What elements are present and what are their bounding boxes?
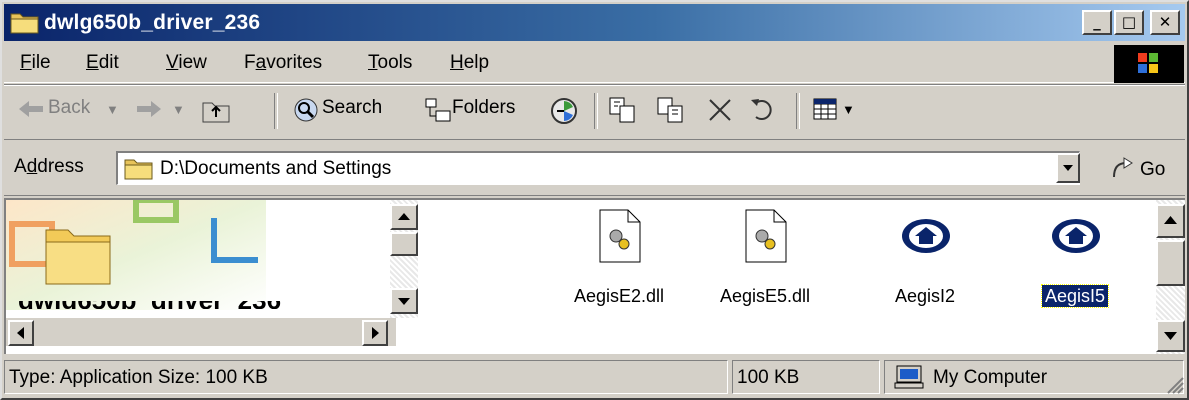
go-button[interactable]: Go [1104,151,1179,185]
status-size: 100 KB [732,360,880,394]
file-list-pane: AegisE2.dll AegisE5.dll AegisI2 AegisI5 [420,200,1156,354]
address-label: Address [14,156,84,178]
menu-file[interactable]: File [20,52,51,74]
menu-view-text-b: iew [178,52,207,73]
dll-file-icon [744,208,788,270]
views-dropdown-icon[interactable]: ▼ [842,102,855,117]
menu-tools[interactable]: Tools [368,52,412,74]
menu-edit[interactable]: Edit [86,52,119,74]
scroll-left-button[interactable] [8,320,34,346]
folders-icon [424,97,452,129]
file-item-aegise2[interactable]: AegisE2.dll [544,206,694,306]
scroll-thumb[interactable] [390,232,418,256]
scroll-down-button[interactable] [1156,320,1185,352]
explorer-window: dwlg650b_driver_236 _ □ ✕ File Edit View… [0,0,1189,400]
folder-icon [124,156,154,186]
address-label-a: A [14,156,27,177]
go-label: Go [1140,159,1166,180]
history-icon[interactable] [548,95,580,133]
scroll-up-button[interactable] [390,204,418,230]
toolbar-separator [796,93,800,129]
windows-logo-icon [1114,45,1184,83]
maximize-button[interactable]: □ [1114,10,1144,35]
forward-dropdown-icon[interactable]: ▼ [172,102,185,117]
file-name: AegisE2.dll [544,286,694,307]
file-name: AegisI5 [1000,284,1150,308]
menu-view[interactable]: View [166,52,207,74]
menu-tools-accel: T [368,52,378,73]
file-name-text: AegisI2 [894,286,956,306]
minimize-button[interactable]: _ [1082,10,1112,35]
back-button[interactable]: Back [48,97,90,119]
toolbar-separator [274,93,278,129]
dll-file-icon [598,208,642,270]
folders-button[interactable]: Folders [452,97,515,119]
title-bar[interactable]: dwlg650b_driver_236 _ □ ✕ [4,4,1185,41]
scroll-up-button[interactable] [1156,204,1185,238]
left-pane-hscroll[interactable] [6,318,396,346]
file-name-text: AegisE5.dll [719,286,811,306]
menu-help-text-b: elp [463,52,490,73]
menu-bar: File Edit View Favorites Tools Help [4,45,1185,83]
forward-arrow-icon[interactable] [136,100,162,124]
aegis-app-icon [900,216,952,262]
menu-file-text-b: ile [31,52,51,73]
search-icon [292,96,320,130]
web-view-title-clipped: dwlg650b_driver_236 [18,301,398,309]
address-dropdown-button[interactable] [1056,153,1080,183]
file-name: AegisI2 [850,286,1000,307]
resize-grip-icon[interactable] [1164,374,1184,400]
address-label-accel: d [26,156,38,177]
scroll-down-button[interactable] [390,288,418,314]
menu-favorites-text-b: vorites [266,52,323,73]
menu-tools-text-b: ools [377,52,413,73]
menu-favorites-accel: a [255,52,267,73]
back-arrow-icon [18,100,44,124]
status-bar: Type: Application Size: 100 KB 100 KB My… [4,358,1185,398]
file-name-text-selected: AegisI5 [1040,284,1110,308]
window-title: dwlg650b_driver_236 [44,11,261,34]
menu-favorites-text-a: F [244,52,256,73]
up-folder-icon[interactable] [200,95,232,131]
file-name-text: AegisE2.dll [573,286,665,306]
scroll-right-button[interactable] [362,320,388,346]
file-item-aegisi5[interactable]: AegisI5 [1000,206,1150,308]
copy-to-icon[interactable] [656,96,686,130]
address-label-b: dress [37,156,84,177]
address-bar: Address D:\Documents and Settings Go [4,141,1185,196]
views-icon[interactable] [812,97,840,129]
file-item-aegisi2[interactable]: AegisI2 [850,206,1000,306]
web-view-pane: dwlg650b_driver_236 [6,200,420,354]
web-view-title: dwlg650b_driver_236 [18,301,281,309]
status-zone: My Computer [884,360,1184,394]
delete-icon[interactable] [706,97,734,129]
standard-toolbar: Back ▼ ▼ Search Folders ▼ [4,84,1185,140]
address-field[interactable]: D:\Documents and Settings [116,151,1080,185]
go-arrow-icon [1110,157,1136,187]
status-zone-label: My Computer [933,367,1048,388]
folder-icon [10,10,40,40]
undo-icon[interactable] [748,97,778,129]
my-computer-icon [893,364,925,396]
address-value: D:\Documents and Settings [160,158,392,179]
menu-favorites[interactable]: Favorites [244,52,322,74]
menu-edit-text-b: dit [98,52,119,73]
back-dropdown-icon[interactable]: ▼ [106,102,119,117]
file-name: AegisE5.dll [690,286,840,307]
scroll-thumb[interactable] [1156,240,1185,286]
content-area: dwlg650b_driver_236 [4,198,1185,354]
search-button[interactable]: Search [322,97,382,119]
aegis-app-icon [1050,216,1102,262]
toolbar-separator [594,93,598,129]
move-to-icon[interactable] [608,96,638,130]
close-button[interactable]: ✕ [1150,10,1180,35]
menu-view-accel: V [166,52,179,73]
menu-help[interactable]: Help [450,52,489,74]
file-item-aegise5[interactable]: AegisE5.dll [690,206,840,306]
menu-edit-accel: E [86,52,99,73]
status-info: Type: Application Size: 100 KB [4,360,728,394]
menu-help-accel: H [450,52,464,73]
menu-file-accel: F [20,52,32,73]
